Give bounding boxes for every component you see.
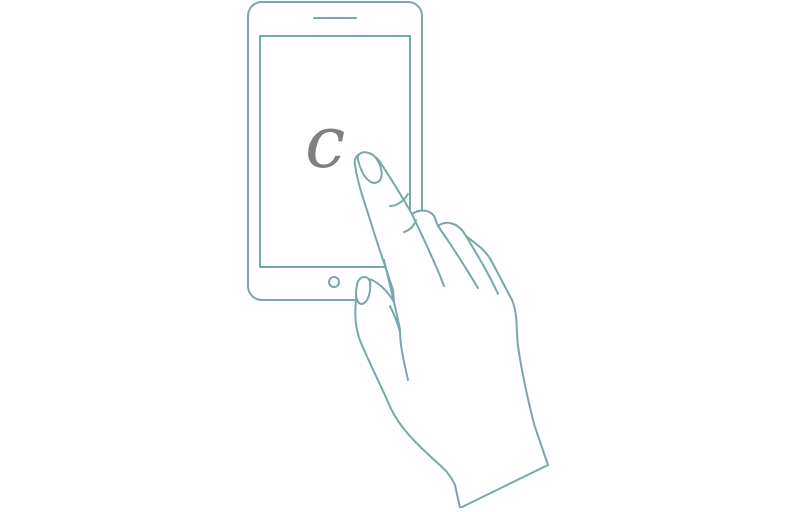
drawn-letter: c [305, 100, 346, 184]
home-button [328, 276, 340, 288]
smartphone-icon [247, 1, 549, 509]
hand-icon [353, 151, 549, 509]
touch-gesture-illustration: c [0, 0, 785, 509]
